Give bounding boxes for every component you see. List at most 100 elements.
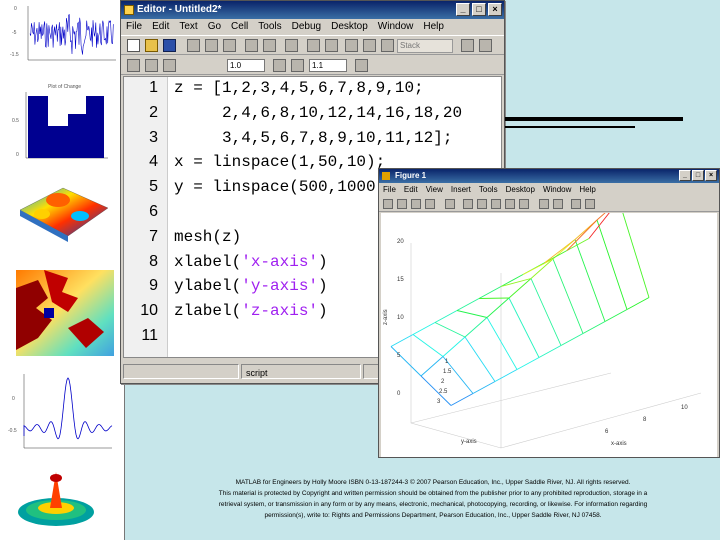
status-cell-empty [123,364,239,379]
mesh-line [508,297,540,358]
menu-help[interactable]: Help [575,183,599,196]
menu-desktop[interactable]: Desktop [326,19,373,35]
line-number: 9 [149,277,158,295]
surface-sombrero-plot [8,466,118,532]
bar-histogram-plot: Plot of Change 0.5 0 [8,82,118,162]
mesh-line [486,297,510,318]
open-icon[interactable] [397,199,407,209]
menu-tools[interactable]: Tools [253,19,286,35]
cell-mode-icon[interactable] [127,59,140,72]
string-literal: 'x-axis' [241,252,319,271]
slide-decoration-bar [505,126,635,128]
close-button[interactable]: × [705,170,717,181]
mesh-line [516,357,540,370]
cell-eval-icon[interactable] [145,59,158,72]
line-number: 5 [149,178,158,196]
menu-edit[interactable]: Edit [147,19,174,35]
mesh-line [478,286,502,299]
save-icon[interactable] [163,39,176,52]
caption-line: permission(s), write to: Rights and Perm… [264,512,602,519]
minimize-button[interactable]: _ [456,3,470,16]
editor-title: Editor - Untitled2* [137,4,222,15]
code-line: x = linspace(1,50,10); [174,153,386,172]
line-gutter: 1 2 3 4 5 6 7 8 9 10 11 [124,77,168,357]
copy-icon[interactable] [205,39,218,52]
menu-debug[interactable]: Debug [287,19,326,35]
find-icon[interactable] [307,39,320,52]
menu-window[interactable]: Window [539,183,575,196]
figure-canvas[interactable]: 20 15 10 5 0 3 2.5 2 1.5 1 10 8 6 y-axis x-axis z-axis [381,200,717,457]
cell-field-b[interactable]: 1.1 [309,59,347,72]
cut-icon[interactable] [187,39,200,52]
menu-tools[interactable]: Tools [475,183,502,196]
menu-insert[interactable]: Insert [447,183,475,196]
slide-decoration-bar [505,117,683,121]
menu-cell[interactable]: Cell [226,19,253,35]
menu-file[interactable]: File [121,19,147,35]
zoom-in-icon[interactable] [463,199,473,209]
rotate-icon[interactable] [505,199,515,209]
line-number: 7 [149,227,158,245]
stack-combo[interactable]: Stack [397,39,453,53]
mesh-line [552,258,584,334]
hide-tools-icon[interactable] [571,199,581,209]
menu-view[interactable]: View [422,183,447,196]
data-cursor-icon[interactable] [519,199,529,209]
maximize-button[interactable]: □ [472,3,486,16]
dock-icon[interactable] [461,39,474,52]
cell-minus-icon[interactable] [163,59,176,72]
figure-titlebar[interactable]: Figure 1 _ □ × [379,169,719,183]
zoom-out-icon[interactable] [477,199,487,209]
code-token: xlabel( [174,252,242,271]
show-tools-icon[interactable] [585,199,595,209]
mesh-line [472,381,496,394]
code-line: ylabel('y-axis') [174,277,328,295]
copyright-caption: MATLAB for Engineers by Holly Moore ISBN… [178,477,688,521]
function-icon[interactable] [325,39,338,52]
paste-icon[interactable] [223,39,236,52]
cell-field-a[interactable]: 1.0 [227,59,265,72]
breakpoint-icon[interactable] [345,39,358,52]
save-icon[interactable] [411,199,421,209]
print-icon[interactable] [285,39,298,52]
mesh-line [500,274,524,287]
y-tick-label: 2 [441,379,445,385]
maximize-button[interactable]: □ [692,170,704,181]
cell-add-icon[interactable] [273,59,286,72]
legend-icon[interactable] [553,199,563,209]
mesh-line [626,297,650,310]
step-icon[interactable] [381,39,394,52]
pan-icon[interactable] [491,199,501,209]
mesh-line [420,356,444,377]
new-figure-icon[interactable] [383,199,393,209]
edit-plot-icon[interactable] [445,199,455,209]
editor-titlebar[interactable]: Editor - Untitled2* _ □ × [121,1,504,19]
menu-text[interactable]: Text [174,19,202,35]
menu-help[interactable]: Help [418,19,449,35]
open-folder-icon[interactable] [145,39,158,52]
layout-icon[interactable] [479,39,492,52]
line-number: 1 [149,79,158,96]
mesh-line [412,322,436,335]
code-token: ) [318,277,328,296]
mesh-line [544,250,568,263]
line-number: 8 [149,252,158,270]
colorbar-icon[interactable] [539,199,549,209]
clear-breakpoints-icon[interactable] [363,39,376,52]
tick-label: 0 [14,6,17,12]
new-file-icon[interactable] [127,39,140,52]
redo-icon[interactable] [263,39,276,52]
cell-div-icon[interactable] [291,59,304,72]
cell-times-icon[interactable] [355,59,368,72]
undo-icon[interactable] [245,39,258,52]
menu-go[interactable]: Go [203,19,226,35]
mesh-line [486,317,518,370]
close-button[interactable]: × [488,3,502,16]
menu-window[interactable]: Window [373,19,419,35]
print-icon[interactable] [425,199,435,209]
menu-edit[interactable]: Edit [400,183,422,196]
menu-file[interactable]: File [379,183,400,196]
minimize-button[interactable]: _ [679,170,691,181]
x-tick-label: 6 [605,429,609,435]
menu-desktop[interactable]: Desktop [502,183,539,196]
